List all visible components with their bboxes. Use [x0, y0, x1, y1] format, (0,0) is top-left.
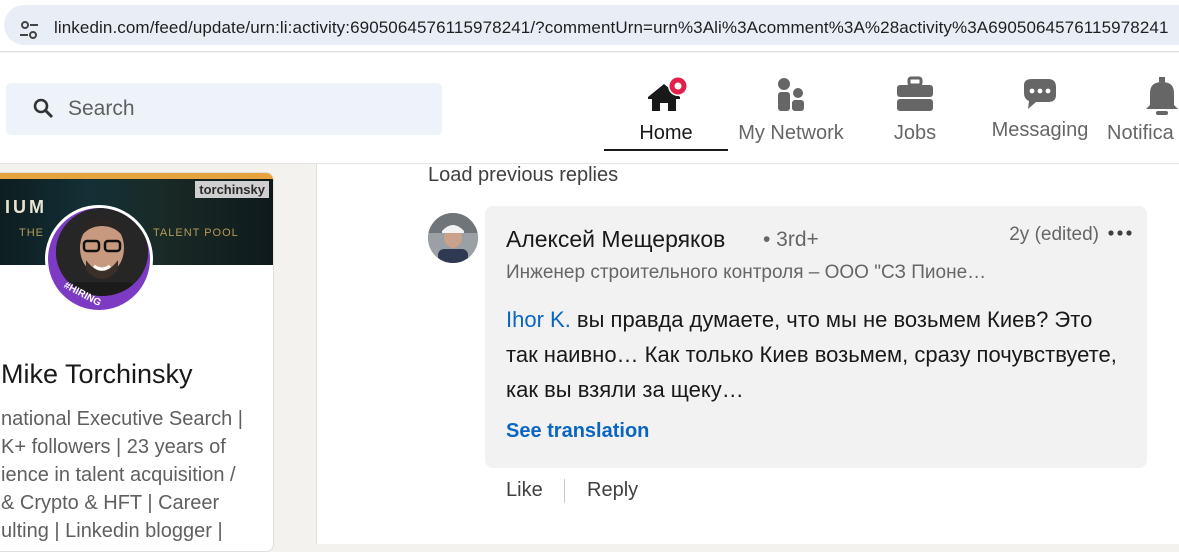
- load-previous-replies-button[interactable]: Load previous replies: [428, 164, 618, 187]
- linkedin-header: Search Home My Network Jobs Messaging No…: [0, 53, 1179, 164]
- search-icon: [33, 98, 54, 119]
- profile-avatar[interactable]: #HIRING: [45, 205, 153, 313]
- nav-network-label: My Network: [738, 122, 844, 144]
- browser-address-bar: linkedin.com/feed/update/urn:li:activity…: [0, 0, 1179, 52]
- nav-my-network[interactable]: My Network: [730, 73, 852, 164]
- comment-bubble: Алексей Мещеряков • 3rd+ 2y (edited) Инж…: [485, 206, 1147, 468]
- more-options-icon[interactable]: [1107, 222, 1133, 244]
- banner-text-left: THE: [19, 227, 44, 239]
- comments-section: Load previous replies Алексей Мещеряков …: [316, 164, 1179, 544]
- search-placeholder: Search: [68, 97, 135, 120]
- comment-author-avatar[interactable]: [428, 213, 478, 263]
- nav-notifications-label: Notifica: [1107, 122, 1174, 144]
- banner-text-right: TALENT POOL: [153, 227, 239, 239]
- nav-messaging[interactable]: Messaging: [984, 73, 1096, 164]
- home-icon: [648, 76, 688, 111]
- profile-card: IUM THE TALENT POOL torchinsky #HIRING M…: [0, 172, 274, 552]
- nav-home-label: Home: [639, 122, 693, 144]
- reply-button[interactable]: Reply: [587, 479, 638, 502]
- nav-messaging-label: Messaging: [991, 119, 1089, 141]
- profile-headline: national Executive Search | K+ followers…: [1, 408, 244, 542]
- like-button[interactable]: Like: [506, 479, 543, 502]
- comment-timestamp: 2y (edited): [1009, 224, 1099, 245]
- banner-tag: torchinsky: [195, 181, 269, 198]
- bell-icon: [1146, 77, 1178, 115]
- search-input[interactable]: Search: [6, 83, 442, 135]
- profile-name[interactable]: Mike Torchinsky: [1, 359, 193, 390]
- network-icon: [778, 78, 804, 111]
- url-text[interactable]: linkedin.com/feed/update/urn:li:activity…: [54, 18, 1169, 38]
- action-divider: [564, 479, 565, 503]
- chat-icon: [1024, 79, 1056, 109]
- comment-body-text: вы правда думаете, что мы не возьмем Кие…: [506, 307, 1117, 402]
- connection-degree: • 3rd+: [763, 228, 819, 251]
- see-translation-link[interactable]: See translation: [506, 420, 649, 443]
- comment-text: Ihor K. вы правда думаете, что мы не воз…: [506, 302, 1126, 407]
- site-settings-icon[interactable]: [18, 19, 40, 41]
- comment-author-headline: Инженер строительного контроля – ООО "СЗ…: [506, 262, 987, 283]
- author-photo: [428, 213, 478, 263]
- banner-text-main: IUM: [5, 197, 47, 217]
- comment-mention-link[interactable]: Ihor K.: [506, 307, 571, 332]
- url-field[interactable]: linkedin.com/feed/update/urn:li:activity…: [4, 5, 1179, 45]
- comment-author-name[interactable]: Алексей Мещеряков: [506, 226, 725, 253]
- nav-home[interactable]: Home: [604, 73, 728, 151]
- nav-jobs-label: Jobs: [893, 122, 937, 144]
- nav-notifications[interactable]: Notifica: [1104, 73, 1179, 164]
- nav-jobs[interactable]: Jobs: [865, 73, 965, 164]
- briefcase-icon: [897, 76, 933, 111]
